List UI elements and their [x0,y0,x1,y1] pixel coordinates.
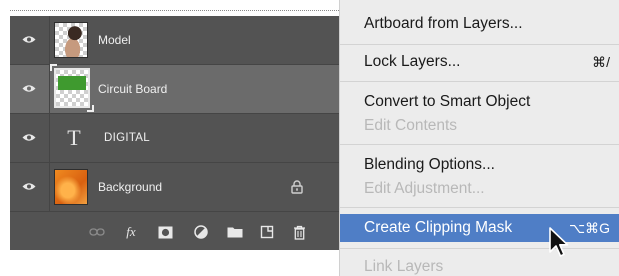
type-layer-icon: T [67,125,81,150]
menu-item-shortcut: ⌘/ [592,54,610,70]
lock-icon [291,180,303,194]
menu-item-shortcut: ⌥⌘G [568,220,610,236]
menu-item-label: Link Layers [364,258,444,275]
visibility-toggle[interactable] [10,114,50,162]
visibility-toggle[interactable] [10,16,50,64]
menu-item-label: Lock Layers... [364,53,461,70]
layer-name: Background [98,180,163,194]
menu-item-edit-adjustment[interactable]: Edit Adjustment... [340,177,619,201]
menu-separator [340,207,619,208]
menu-item-edit-contents[interactable]: Edit Contents [340,114,619,138]
layer-context-menu: Artboard from Layers... Lock Layers... ⌘… [339,0,619,276]
menu-item-blending-options[interactable]: Blending Options... [340,153,619,177]
layer-row-background[interactable]: Background [10,163,340,212]
menu-item-label: Convert to Smart Object [364,93,531,110]
trash-icon[interactable] [290,223,308,241]
menu-item-label: Blending Options... [364,156,495,173]
visibility-toggle[interactable] [10,65,50,113]
menu-item-create-clipping-mask[interactable]: Create Clipping Mask ⌥⌘G [340,214,619,242]
layer-row-model[interactable]: Model [10,16,340,65]
menu-separator [340,81,619,82]
layer-thumbnail-circuit-board [50,64,90,108]
layer-name: Model [98,33,131,47]
menu-item-label: Create Clipping Mask [364,219,513,236]
layer-row-digital[interactable]: T DIGITAL [10,114,340,163]
menu-item-label: Edit Contents [364,117,458,134]
new-layer-icon[interactable] [258,223,276,241]
folder-icon[interactable] [226,223,244,241]
layers-panel: Model Circuit Board T DIGITAL Background… [10,16,340,250]
visibility-toggle[interactable] [10,163,50,211]
eye-icon [22,85,36,92]
eye-icon [22,134,36,141]
fx-icon[interactable]: fx [122,223,140,241]
menu-item-label: Edit Adjustment... [364,180,485,197]
layers-panel-footer: fx [10,214,340,250]
mouse-pointer-icon [549,227,569,257]
adjustment-icon[interactable] [192,223,210,241]
menu-separator [340,144,619,145]
eye-icon [22,183,36,190]
mask-icon[interactable] [156,223,174,241]
menu-item-convert-to-smart-object[interactable]: Convert to Smart Object [340,90,619,114]
menu-item-artboard-from-layers[interactable]: Artboard from Layers... [340,12,619,36]
eye-icon [22,36,36,43]
menu-item-lock-layers[interactable]: Lock Layers... ⌘/ [340,50,619,74]
menu-item-link-layers[interactable]: Link Layers [340,255,619,276]
link-icon[interactable] [88,223,106,241]
layer-thumbnail-model [54,22,88,58]
layer-name: DIGITAL [104,132,150,144]
layer-thumbnail-background [54,169,88,205]
menu-separator [340,248,619,249]
menu-item-label: Artboard from Layers... [364,15,523,32]
layer-name: Circuit Board [98,82,168,96]
layer-row-circuit-board[interactable]: Circuit Board [10,64,340,114]
menu-separator [340,44,619,45]
